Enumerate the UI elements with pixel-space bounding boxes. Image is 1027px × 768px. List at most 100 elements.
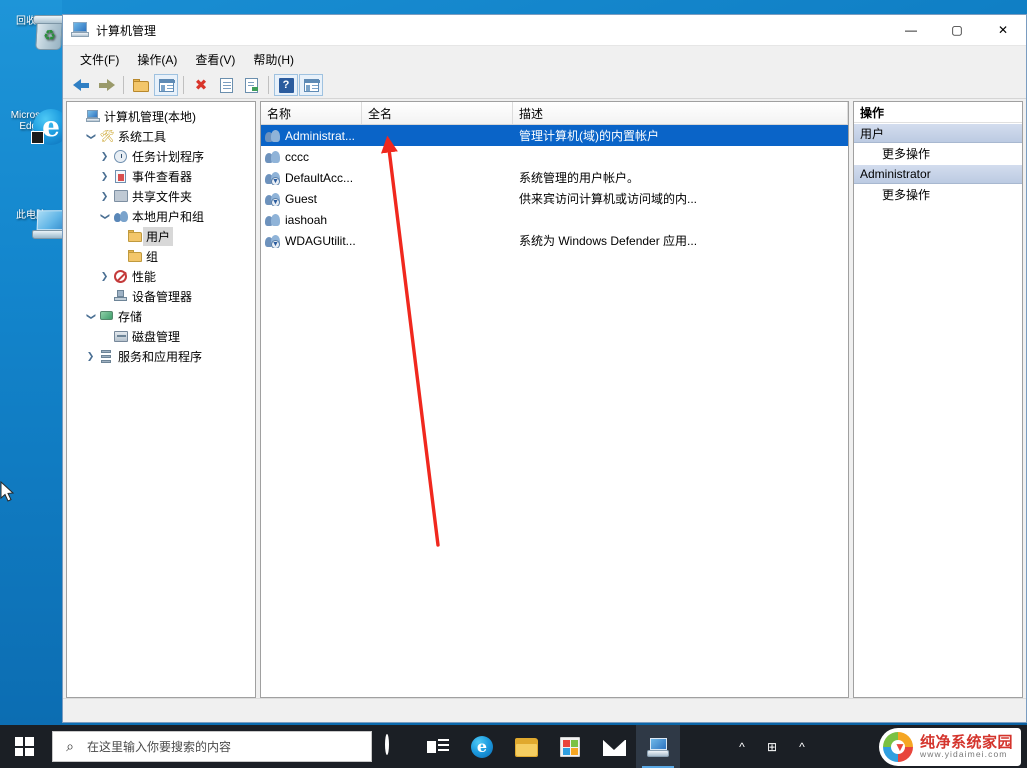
tree-node-label: 本地用户和组 <box>132 209 205 224</box>
close-button[interactable]: ✕ <box>980 15 1026 46</box>
more-tray-button[interactable]: ^ <box>787 725 817 768</box>
user-name-cell: ▼ Guest <box>261 192 362 206</box>
tree-node[interactable]: ❯ 共享文件夹 <box>69 186 253 206</box>
chevron-right-icon[interactable]: ❯ <box>83 351 98 362</box>
watermark-title: 纯净系统家园 <box>919 733 1013 751</box>
actions-menu-item[interactable]: 更多操作 <box>854 184 1022 205</box>
taskbar-button-microsoft-store[interactable] <box>548 725 592 768</box>
properties-button[interactable] <box>214 74 238 96</box>
actions-section-header[interactable]: Administrator <box>854 164 1022 184</box>
tree-node-label: 存储 <box>118 309 143 324</box>
table-row[interactable]: ▼ Guest 供来宾访问计算机或访问域的内... <box>261 188 848 209</box>
column-header[interactable]: 全名 <box>362 102 513 124</box>
table-row[interactable]: Administrat... 管理计算机(域)的内置帐户 <box>261 125 848 146</box>
user-name-text: iashoah <box>285 212 328 227</box>
actions-pane[interactable]: 操作 用户 更多操作 Administrator 更多操作 <box>853 101 1023 698</box>
chevron-down-icon[interactable]: ❯ <box>83 131 98 142</box>
desktop-icon-this-pc[interactable]: 此电脑 <box>2 208 74 239</box>
menu-view[interactable]: 查看(V) <box>186 48 244 71</box>
export-list-button[interactable] <box>239 74 263 96</box>
user-name-cell: ▼ WDAGUtilit... <box>261 234 362 248</box>
show-hidden-icons-button[interactable]: ^ <box>727 725 757 768</box>
performance-icon <box>112 269 129 283</box>
tree-node[interactable]: ❯ 任务计划程序 <box>69 146 253 166</box>
tree-node[interactable]: ❯ 性能 <box>69 266 253 286</box>
up-folder-icon <box>133 78 149 92</box>
tree-node[interactable]: ❯ 服务和应用程序 <box>69 346 253 366</box>
taskbar-button-mail[interactable] <box>592 725 636 768</box>
console-tree-pane[interactable]: 计算机管理(本地) ❯ 🛠 系统工具 ❯ 任务计划程序 ❯ 事件查看器 ❯ 共享文件夹 ❯ 本地用户和… <box>66 101 256 698</box>
show-hide-tree-button[interactable] <box>154 74 178 96</box>
tree-node[interactable]: 设备管理器 <box>69 286 253 306</box>
table-row[interactable]: cccc <box>261 146 848 167</box>
chevron-down-icon[interactable]: ❯ <box>97 211 112 222</box>
description-cell: 系统为 Windows Defender 应用... <box>519 234 698 248</box>
minimize-button[interactable]: — <box>888 15 934 46</box>
window-titlebar[interactable]: 计算机管理 — ▢ ✕ <box>63 15 1026 46</box>
search-input[interactable]: ⌕ 在这里输入你要搜索的内容 <box>52 731 372 762</box>
help-button[interactable]: ? <box>274 74 298 96</box>
chevron-right-icon[interactable]: ❯ <box>97 151 112 162</box>
disk-management-icon <box>112 330 129 342</box>
menu-action[interactable]: 操作(A) <box>128 48 186 71</box>
tree-node-label: 事件查看器 <box>132 169 193 184</box>
network-icon[interactable]: ⊞ <box>757 725 787 768</box>
delete-x-icon: ✖ <box>194 76 208 94</box>
delete-button[interactable]: ✖ <box>189 74 213 96</box>
tree-node[interactable]: ❯ 本地用户和组 <box>69 206 253 226</box>
tree-node[interactable]: 组 <box>69 246 253 266</box>
chevron-right-icon[interactable]: ❯ <box>97 191 112 202</box>
start-button[interactable] <box>0 725 48 768</box>
actions-menu-item[interactable]: 更多操作 <box>854 143 1022 164</box>
toolbar-separator <box>123 76 124 94</box>
up-one-level-button[interactable] <box>129 74 153 96</box>
view-icon <box>303 78 320 92</box>
desktop-icon-microsoft-edge[interactable]: e Microsoft Edge <box>2 108 69 145</box>
chevron-down-icon[interactable]: ❯ <box>83 311 98 322</box>
user-name-cell: iashoah <box>261 213 362 227</box>
menu-file[interactable]: 文件(F) <box>71 48 128 71</box>
menu-help[interactable]: 帮助(H) <box>244 48 303 71</box>
taskbar-button-edge[interactable]: e <box>460 725 504 768</box>
help-icon: ? <box>278 77 294 93</box>
taskbar[interactable]: ⌕ 在这里输入你要搜索的内容 e ^ ⊞ ^ ▼ 纯净系统家园 www.yida… <box>0 725 1027 768</box>
toolbar[interactable]: ✖ ? <box>63 72 1026 99</box>
menubar[interactable]: 文件(F) 操作(A) 查看(V) 帮助(H) <box>63 46 1026 72</box>
taskbar-button-task-view[interactable] <box>416 725 460 768</box>
list-column-headers[interactable]: 名称 全名 描述 <box>261 102 848 125</box>
chevron-right-icon[interactable]: ❯ <box>97 271 112 282</box>
taskbar-button-file-explorer[interactable] <box>504 725 548 768</box>
table-row[interactable]: iashoah <box>261 209 848 230</box>
tree-node[interactable]: ❯ 事件查看器 <box>69 166 253 186</box>
actions-groups[interactable]: 用户 更多操作 Administrator 更多操作 <box>854 123 1022 205</box>
maximize-button[interactable]: ▢ <box>934 15 980 46</box>
column-header[interactable]: 描述 <box>513 102 848 124</box>
tree-node[interactable]: ❯ 🛠 系统工具 <box>69 126 253 146</box>
view-button[interactable] <box>299 74 323 96</box>
chevron-right-icon[interactable]: ❯ <box>97 171 112 182</box>
list-rows-container[interactable]: Administrat... 管理计算机(域)的内置帐户 cccc ▼ DefaultA… <box>261 125 848 697</box>
tree-node[interactable]: 用户 <box>69 226 253 246</box>
forward-button[interactable] <box>94 74 118 96</box>
users-list-pane[interactable]: 名称 全名 描述 Administrat... 管理计算机(域)的内置帐户 cccc ▼ D… <box>260 101 849 698</box>
user-account-icon <box>265 213 281 227</box>
mouse-cursor <box>0 481 15 502</box>
tree-node[interactable]: 磁盘管理 <box>69 326 253 346</box>
user-name-text: Administrat... <box>285 128 356 143</box>
table-row[interactable]: ▼ WDAGUtilit... 系统为 Windows Defender 应用... <box>261 230 848 251</box>
taskbar-button-computer-management[interactable] <box>636 725 680 768</box>
export-list-icon <box>244 77 258 93</box>
computer-management-window[interactable]: 计算机管理 — ▢ ✕ 文件(F) 操作(A) 查看(V) 帮助(H) ✖ ? … <box>62 14 1027 723</box>
tree-node[interactable]: 计算机管理(本地) <box>69 106 253 126</box>
taskbar-button-cortana[interactable] <box>372 725 416 768</box>
user-account-icon: ▼ <box>265 192 281 206</box>
actions-section-header[interactable]: 用户 <box>854 123 1022 143</box>
column-header[interactable]: 名称 <box>261 102 362 124</box>
table-row[interactable]: ▼ DefaultAcc... 系统管理的用户帐户。 <box>261 167 848 188</box>
desktop-icon-recycle-bin[interactable]: ♻ 回收站 <box>2 14 65 50</box>
window-controls[interactable]: — ▢ ✕ <box>888 15 1026 46</box>
back-button[interactable] <box>69 74 93 96</box>
cortana-circle-icon <box>383 733 405 758</box>
watermark-url: www.yidaimei.com <box>919 749 1008 760</box>
tree-node[interactable]: ❯ 存储 <box>69 306 253 326</box>
